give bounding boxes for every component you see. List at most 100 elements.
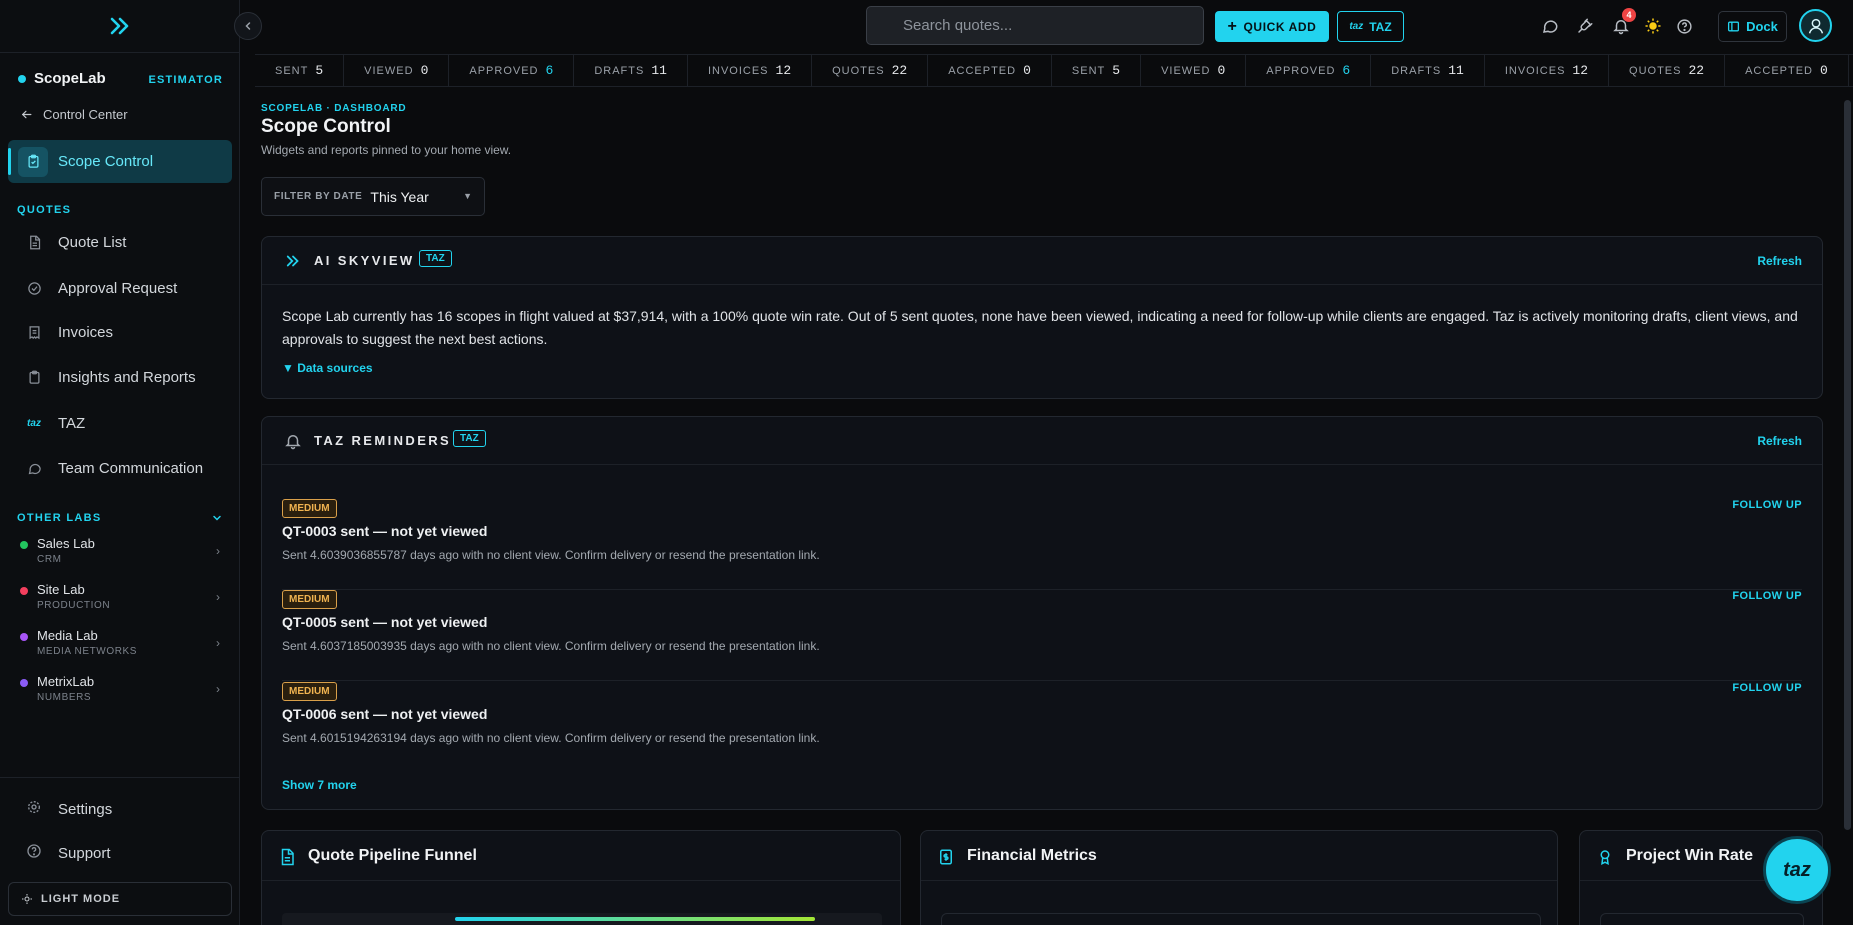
follow-up-button[interactable]: FOLLOW UP <box>1732 590 1802 602</box>
skyview-summary: Scope Lab currently has 16 scopes in fli… <box>282 308 1798 347</box>
light-mode-toggle[interactable]: LIGHT MODE <box>8 882 232 916</box>
taz-icon: taz <box>27 418 41 429</box>
help-circle-icon[interactable] <box>1674 16 1694 36</box>
brand-name: ScopeLab <box>34 70 106 87</box>
reminder-description: Sent 4.6037185003935 days ago with no cl… <box>282 639 820 653</box>
chevron-left-icon <box>245 22 251 30</box>
lab-sub: PRODUCTION <box>37 600 111 611</box>
card-title: TAZ REMINDERS <box>314 433 452 448</box>
priority-badge: MEDIUM <box>282 499 337 518</box>
sidebar-item-taz[interactable]: taz TAZ <box>26 415 85 432</box>
chat-icon <box>26 461 42 477</box>
lab-item-metrixlab[interactable]: MetrixLab NUMBERS › <box>20 674 220 703</box>
sidebar-item-invoices[interactable]: Invoices <box>26 324 113 341</box>
ticker-item: SENT5 <box>255 55 345 86</box>
chevron-down-icon[interactable] <box>211 512 223 524</box>
ticker-item: VIEWED 0 <box>1141 55 1247 86</box>
ticker-label: APPROVED <box>469 64 539 77</box>
ticker-value: 11 <box>651 63 667 78</box>
ticker-label: QUOTES <box>832 64 885 77</box>
ticker-item: INVOICES 12 <box>688 55 813 86</box>
sidebar-item-scope-control[interactable]: Scope Control <box>8 140 232 183</box>
data-sources-toggle[interactable]: ▼ Data sources <box>282 361 373 375</box>
ticker-value: 0 <box>420 63 429 78</box>
sidebar-item-team-communication[interactable]: Team Communication <box>26 460 203 477</box>
back-to-control-center[interactable]: Control Center <box>20 107 128 122</box>
quote-pipeline-funnel-card: Quote Pipeline Funnel <box>261 830 901 925</box>
lab-dot <box>20 587 28 595</box>
lab-item-site-lab[interactable]: Site Lab PRODUCTION › <box>20 582 220 611</box>
chevron-right-icon: › <box>216 590 220 604</box>
ticker-item: SENT5 <box>1052 55 1142 86</box>
logo-icon[interactable] <box>108 14 132 38</box>
gear-icon <box>26 799 42 819</box>
ticker-label: DRAFTS <box>1391 64 1442 77</box>
ticker-value: 22 <box>1688 63 1705 78</box>
sun-icon <box>22 894 32 904</box>
settings-link[interactable]: Settings <box>26 799 112 819</box>
award-icon <box>1600 850 1610 866</box>
filter-value: This Year <box>370 188 429 205</box>
taz-button[interactable]: taz TAZ <box>1337 11 1404 42</box>
show-more-link[interactable]: Show 7 more <box>282 778 357 792</box>
sidebar-item-quote-list[interactable]: Quote List <box>26 234 126 251</box>
taz-label: TAZ <box>1369 19 1392 34</box>
other-labs-section-title: OTHER LABS <box>17 512 102 524</box>
ticker-label: DRAFTS <box>594 64 645 77</box>
date-filter-select[interactable]: FILTER BY DATE This Year ▼ <box>261 177 485 216</box>
avatar[interactable] <box>1799 9 1832 42</box>
search-input[interactable]: Search quotes... <box>866 6 1204 45</box>
back-label: Control Center <box>43 107 128 122</box>
sidebar: ScopeLab ESTIMATOR Control Center Scope … <box>0 0 240 925</box>
document-icon <box>281 848 294 866</box>
plug-icon[interactable] <box>1575 16 1595 36</box>
quick-add-button[interactable]: + QUICK ADD <box>1215 11 1329 42</box>
clipboard-icon <box>18 146 48 177</box>
ticker-value: 0 <box>1820 63 1828 78</box>
follow-up-button[interactable]: FOLLOW UP <box>1732 499 1802 511</box>
refresh-button[interactable]: Refresh <box>1757 254 1802 268</box>
plus-icon: + <box>1227 17 1238 35</box>
page-scrollbar[interactable] <box>1844 100 1851 830</box>
sidebar-item-label: Team Communication <box>58 460 204 477</box>
collapse-sidebar-button[interactable] <box>234 12 262 40</box>
brand-dot <box>18 74 26 83</box>
sun-icon[interactable] <box>1643 16 1663 36</box>
support-label: Support <box>58 844 111 862</box>
ticker-item: INVOICES 12 <box>1485 55 1610 86</box>
funnel-bar <box>455 917 815 921</box>
refresh-button[interactable]: Refresh <box>1757 434 1802 448</box>
ticker-item: APPROVED 6 <box>1246 55 1372 86</box>
help-circle-icon <box>26 843 42 863</box>
taz-tag: TAZ <box>419 250 452 267</box>
sidebar-item-label: Insights and Reports <box>58 369 196 386</box>
dock-button[interactable]: Dock <box>1718 11 1787 42</box>
sidebar-item-label: TAZ <box>58 415 86 432</box>
support-link[interactable]: Support <box>26 843 111 863</box>
lab-name: Media Lab <box>37 628 98 643</box>
lab-item-sales-lab[interactable]: Sales Lab CRM › <box>20 536 220 565</box>
follow-up-button[interactable]: FOLLOW UP <box>1732 682 1802 694</box>
sidebar-item-label: Scope Control <box>58 153 154 170</box>
quotes-section-title: QUOTES <box>17 204 72 216</box>
sidebar-item-insights-and-reports[interactable]: Insights and Reports <box>26 369 196 386</box>
ticker-value: 6 <box>545 63 554 78</box>
sidebar-panel-icon <box>1728 21 1740 32</box>
card-title: Quote Pipeline Funnel <box>308 847 477 864</box>
reminder-title: QT-0003 sent — not yet viewed <box>282 523 488 539</box>
reminder-title: QT-0005 sent — not yet viewed <box>282 614 488 630</box>
chevron-right-icon: › <box>216 636 220 650</box>
ticker-item: SENT5 <box>1849 55 1853 86</box>
brand: ScopeLab <box>18 70 106 87</box>
brand-tag: ESTIMATOR <box>148 74 223 86</box>
taz-assistant-button[interactable]: taz <box>1763 836 1831 904</box>
ticker-value: 5 <box>1112 63 1121 78</box>
chat-icon[interactable] <box>1540 16 1560 36</box>
ticker-value: 0 <box>1217 63 1226 78</box>
user-avatar-icon <box>1808 18 1823 34</box>
sidebar-item-approval-request[interactable]: Approval Request <box>26 280 177 297</box>
check-circle-icon <box>26 281 42 297</box>
lab-item-media-lab[interactable]: Media Lab MEDIA NETWORKS › <box>20 628 220 657</box>
card-header: AI SKYVIEW TAZ Refresh <box>262 237 1822 285</box>
ticker-value: 5 <box>315 63 324 78</box>
